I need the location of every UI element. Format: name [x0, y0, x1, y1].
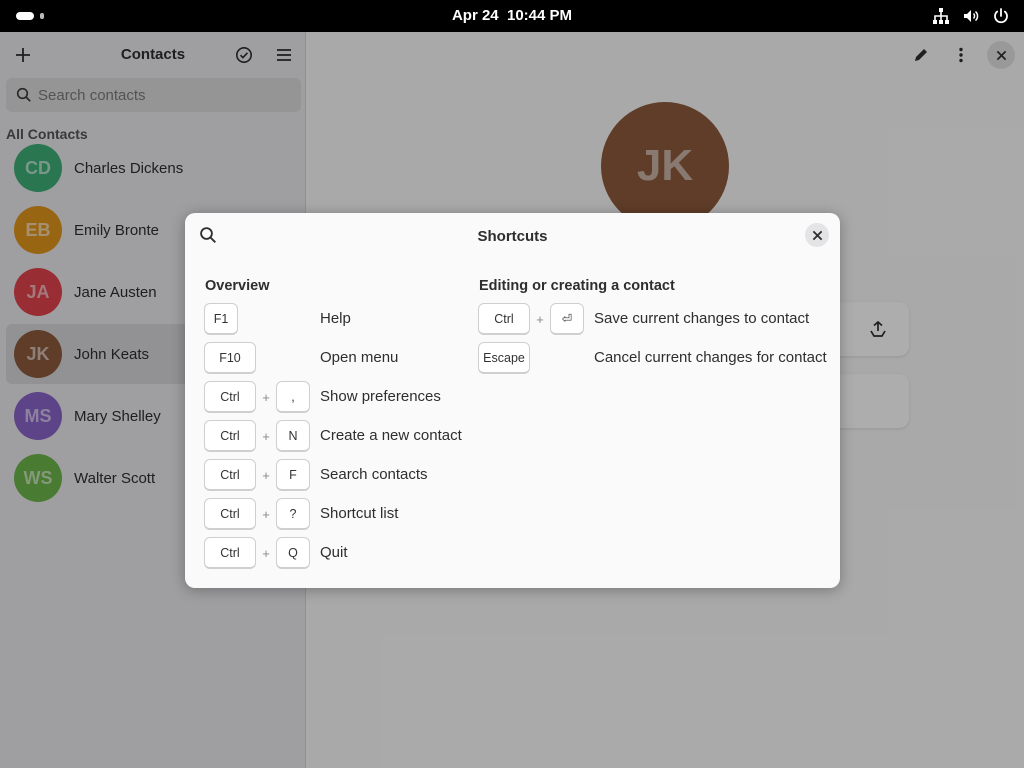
key-separator: + [262, 467, 270, 483]
shortcut-label: Shortcut list [320, 505, 399, 522]
keycap: Ctrl [204, 537, 256, 569]
shortcut-keys: Ctrl + ⏎ [478, 303, 584, 335]
section-title: Editing or creating a contact [479, 278, 675, 294]
shortcut-keys: Ctrl + N [204, 420, 310, 452]
clock[interactable]: Apr 24 10:44 PM [0, 0, 1024, 32]
clock-date: Apr 24 [451, 7, 499, 24]
section-title: Overview [205, 278, 270, 294]
shortcut-label: Search contacts [320, 466, 428, 483]
shortcut-keys: F10 [204, 342, 256, 374]
shortcut-keys: Ctrl + F [204, 459, 310, 491]
shortcuts-dialog: Shortcuts Overview F1 Help F10 Open menu Ctrl… [185, 213, 840, 588]
close-dialog-button[interactable] [805, 223, 829, 247]
system-tray[interactable] [932, 7, 1010, 25]
shortcut-label: Open menu [320, 349, 399, 366]
clock-time: 10:44 PM [506, 7, 573, 24]
shortcut-label: Save current changes to contact [594, 310, 810, 327]
keycap: F10 [204, 342, 256, 374]
shortcut-keys: Escape [478, 342, 530, 374]
keycap: Ctrl [478, 303, 530, 335]
keycap: F1 [204, 303, 238, 335]
key-separator: + [262, 428, 270, 444]
keycap: Ctrl [204, 420, 256, 452]
shortcut-label: Cancel current changes for contact [594, 349, 827, 366]
keycap: N [276, 420, 310, 452]
shortcut-keys: Ctrl + Q [204, 537, 310, 569]
shortcut-keys: F1 [204, 303, 238, 335]
keycap: F [276, 459, 310, 491]
keycap: Ctrl [204, 381, 256, 413]
close-icon [812, 230, 822, 240]
keycap: Q [276, 537, 310, 569]
volume-icon [964, 10, 979, 22]
key-separator: + [536, 311, 544, 327]
shortcut-label: Quit [320, 544, 348, 561]
key-separator: + [262, 389, 270, 405]
shortcut-keys: Ctrl +? [204, 498, 310, 530]
key-separator: + [262, 506, 270, 522]
shortcut-label: Create a new contact [320, 427, 462, 444]
keycap: Escape [478, 342, 530, 374]
shortcut-label: Show preferences [320, 388, 441, 405]
key-separator: + [262, 545, 270, 561]
keycap: ⏎ [550, 303, 584, 335]
keycap: Ctrl [204, 459, 256, 491]
keycap: ? [276, 498, 310, 530]
keycap: , [276, 381, 310, 413]
shortcut-label: Help [320, 310, 351, 327]
dialog-title: Shortcuts [477, 228, 548, 245]
keycap: Ctrl [204, 498, 256, 530]
power-icon [994, 8, 1008, 24]
top-bar: Apr 24 10:44 PM [0, 0, 1024, 32]
shortcut-keys: Ctrl +, [204, 381, 310, 413]
network-icon [933, 8, 949, 24]
